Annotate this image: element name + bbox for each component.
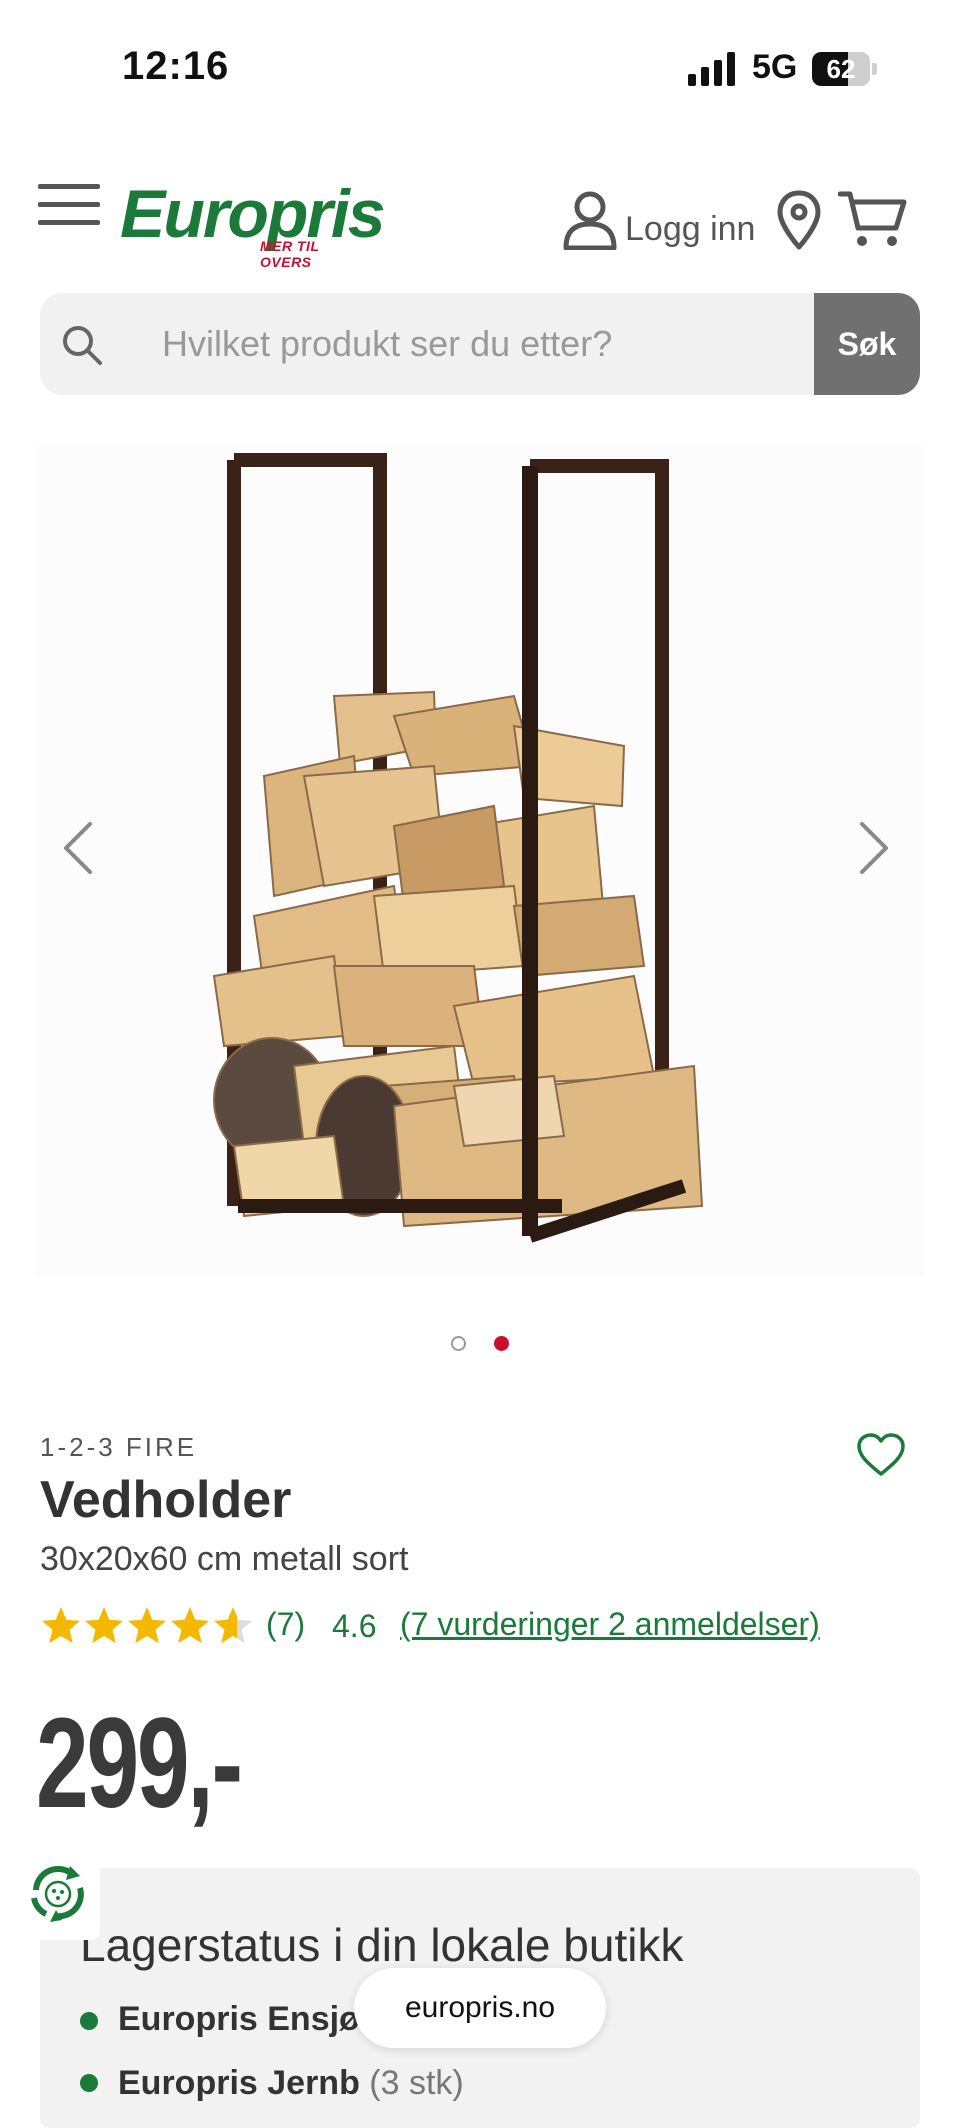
battery-icon: 62 bbox=[812, 52, 878, 86]
login-link[interactable]: Logg inn bbox=[625, 210, 755, 249]
search-button[interactable]: Søk bbox=[814, 293, 920, 395]
rating-star-icon bbox=[213, 1607, 252, 1644]
hamburger-menu-icon[interactable] bbox=[38, 180, 104, 228]
search-bar: Søk bbox=[40, 293, 920, 395]
eco-recycle-badge-icon[interactable] bbox=[16, 1848, 100, 1940]
in-stock-dot-icon bbox=[80, 2012, 98, 2030]
product-subtitle: 30x20x60 cm metall sort bbox=[40, 1540, 409, 1578]
rating-star-icon bbox=[127, 1607, 167, 1644]
rating-star-icon bbox=[170, 1607, 210, 1644]
previous-image-arrow-icon[interactable] bbox=[60, 820, 96, 876]
user-icon[interactable] bbox=[562, 190, 618, 250]
store-stock: (3 stk) bbox=[369, 2064, 464, 2102]
browser-url-pill[interactable]: europris.no bbox=[354, 1968, 606, 2048]
product-price: 299,- bbox=[36, 1692, 243, 1835]
product-title: Vedholder bbox=[40, 1471, 292, 1529]
network-type: 5G bbox=[752, 48, 798, 86]
search-input[interactable] bbox=[120, 293, 840, 395]
in-stock-dot-icon bbox=[80, 2074, 98, 2092]
reviews-link[interactable]: (7 vurderinger 2 anmeldelser) bbox=[400, 1606, 820, 1643]
rating-count[interactable]: (7) bbox=[266, 1606, 305, 1643]
search-icon bbox=[63, 326, 102, 365]
store-jernbanetorget[interactable]: Europris Jernb (3 stk) bbox=[118, 2064, 464, 2103]
product-brand[interactable]: 1-2-3 FIRE bbox=[40, 1432, 197, 1463]
rating-value: 4.6 bbox=[332, 1608, 377, 1644]
favorite-heart-icon[interactable] bbox=[856, 1432, 906, 1478]
store-name: Europris Jernb bbox=[118, 2064, 360, 2102]
stock-status-title: Lagerstatus i din lokale butikk bbox=[80, 1919, 684, 1971]
next-image-arrow-icon[interactable] bbox=[856, 820, 892, 876]
cart-icon[interactable] bbox=[838, 188, 908, 250]
product-image[interactable] bbox=[34, 446, 924, 1278]
carousel-dot-1[interactable] bbox=[451, 1336, 466, 1351]
cellular-signal-icon bbox=[688, 52, 735, 86]
store-ensjo[interactable]: Europris Ensjø ( bbox=[118, 2000, 381, 2039]
store-location-icon[interactable] bbox=[776, 190, 822, 250]
logo-tagline: MER TIL OVERS bbox=[260, 238, 320, 270]
status-time: 12:16 bbox=[122, 44, 230, 88]
europris-logo[interactable]: Europris MER TIL OVERS bbox=[120, 178, 386, 270]
rating-stars[interactable] bbox=[40, 1604, 252, 1648]
rating-star-icon bbox=[84, 1607, 124, 1644]
carousel-dot-2-active[interactable] bbox=[494, 1336, 509, 1351]
battery-level: 62 bbox=[826, 54, 856, 84]
rating-star-icon bbox=[41, 1607, 81, 1644]
store-name: Europris Ensjø bbox=[118, 2000, 360, 2038]
